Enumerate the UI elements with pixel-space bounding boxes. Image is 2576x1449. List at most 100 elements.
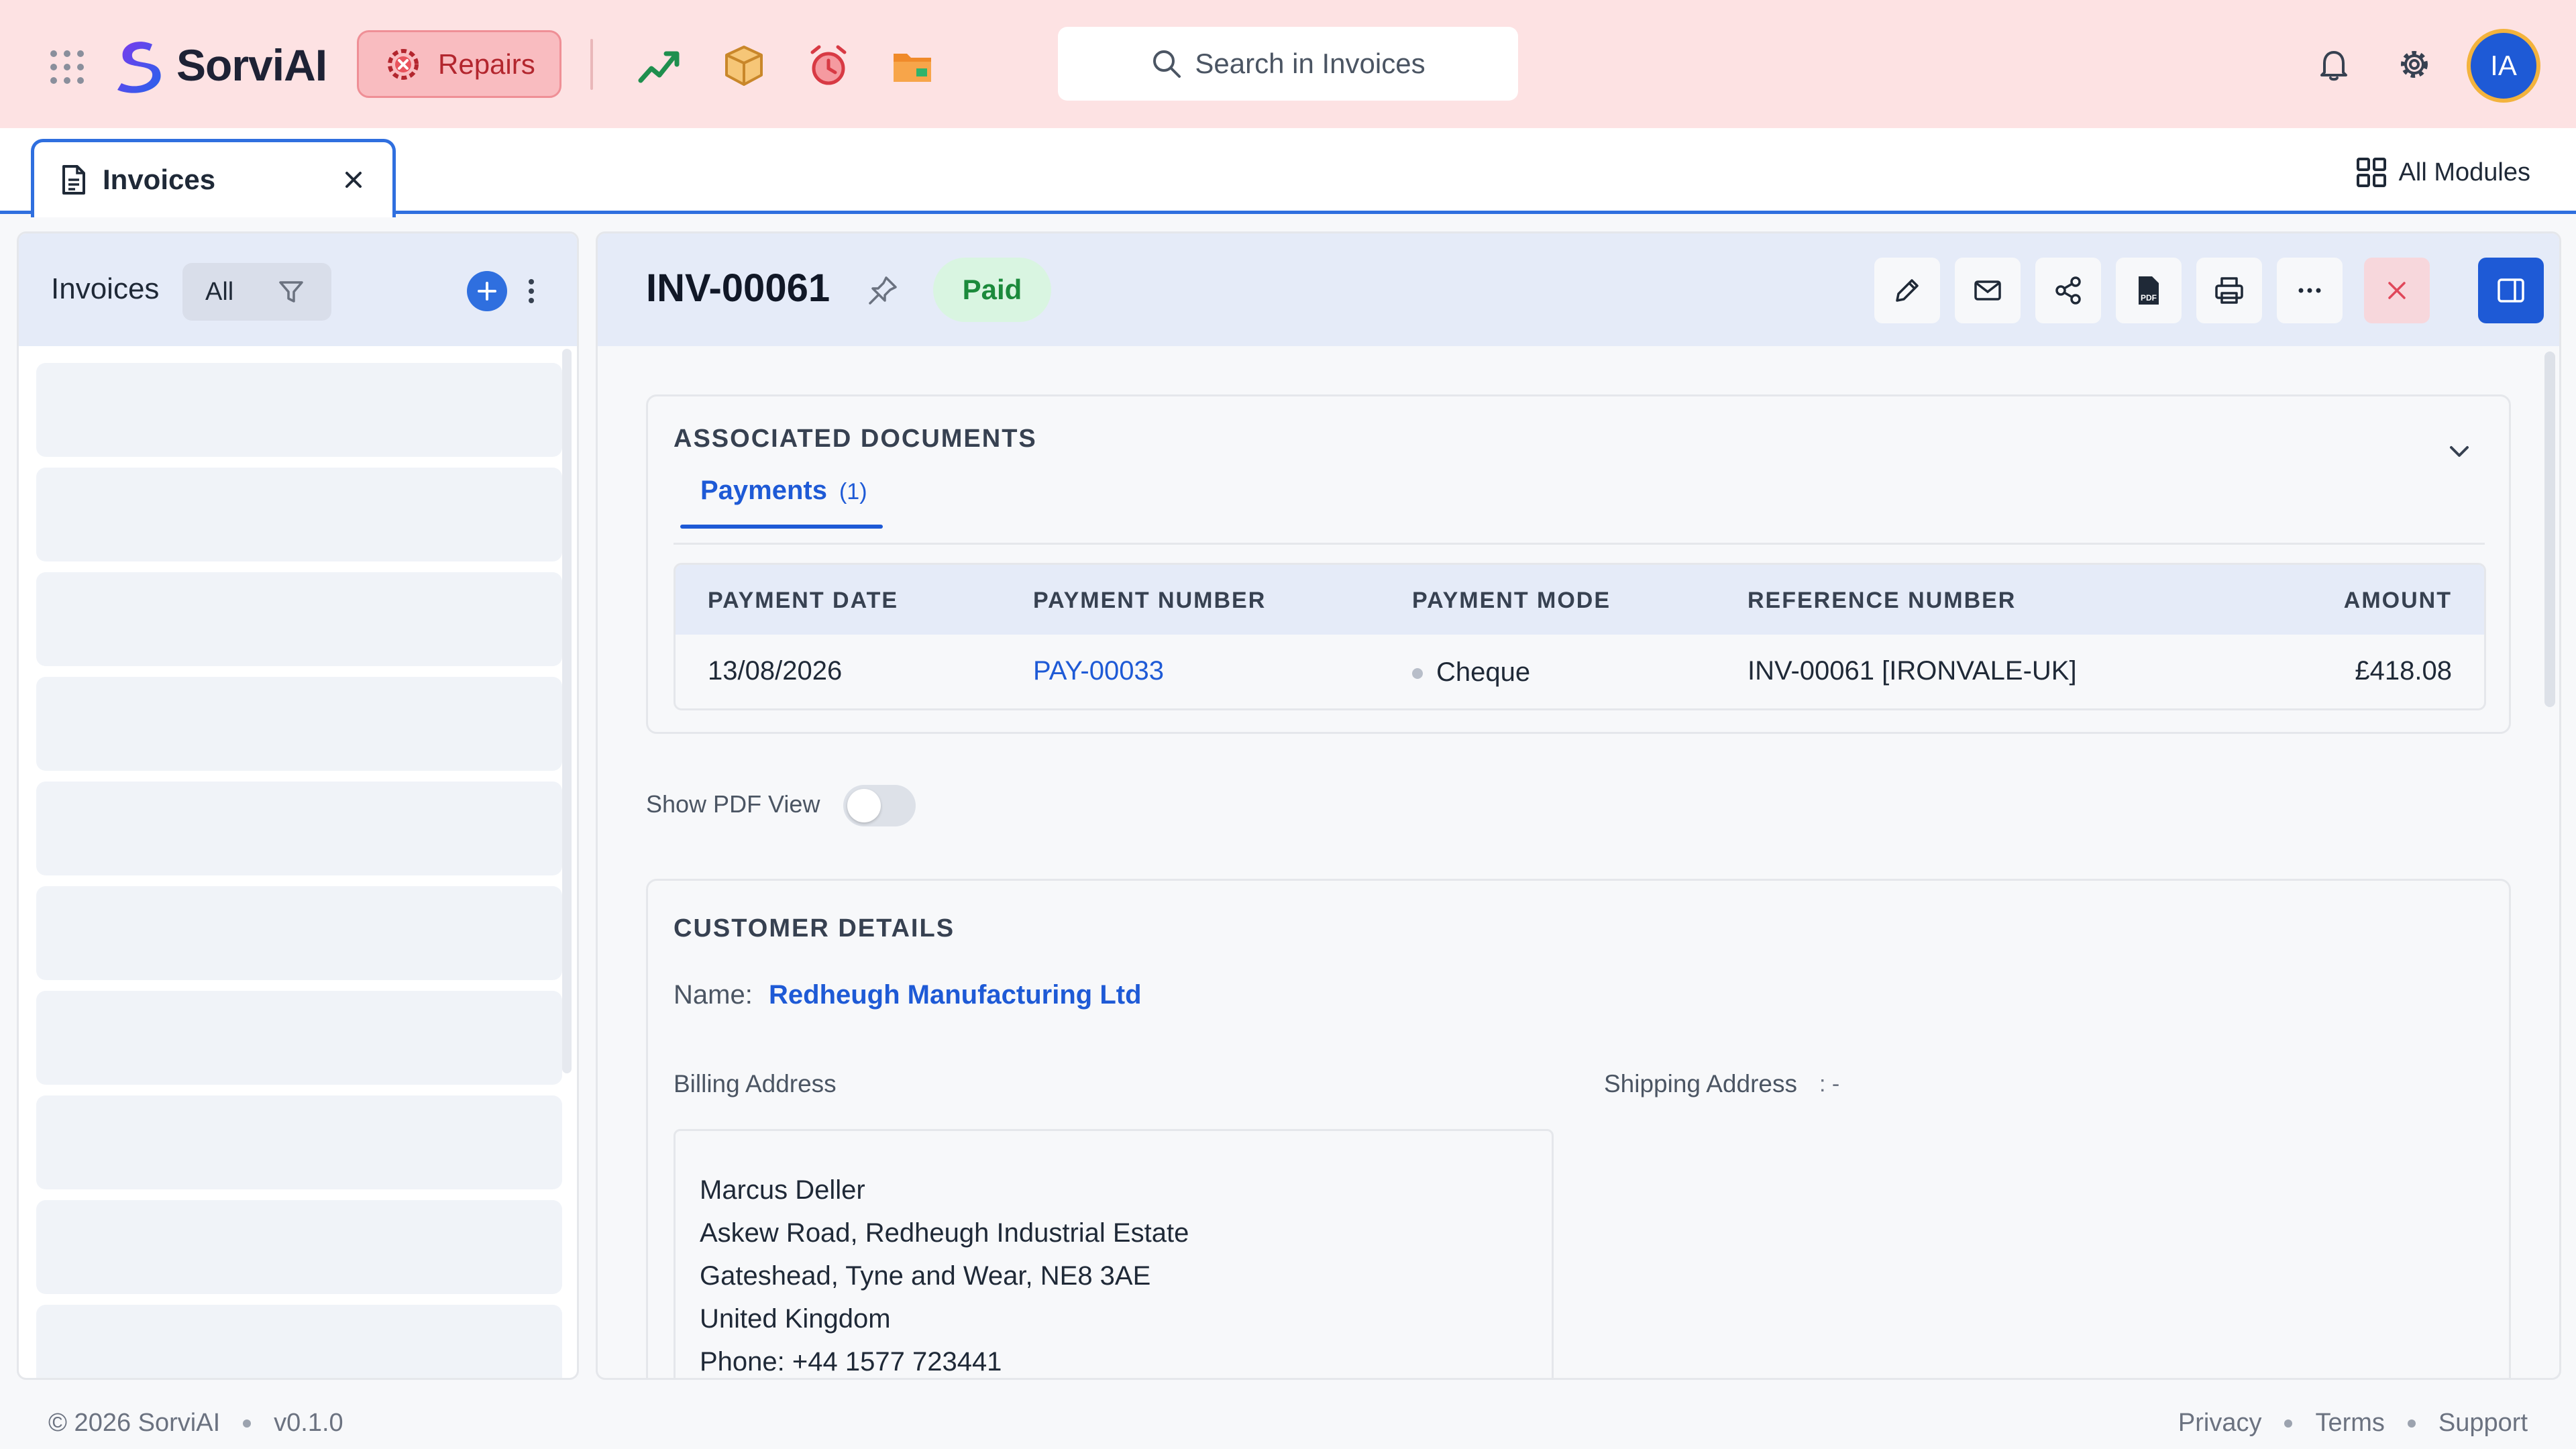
billing-address-label: Billing Address [674,1070,837,1097]
support-link[interactable]: Support [2438,1409,2528,1438]
trend-chart-icon[interactable] [637,43,682,89]
invoice-number: INV-00061 [646,266,830,310]
column-header: AMOUNT [2343,588,2452,613]
terms-link[interactable]: Terms [2315,1409,2384,1438]
payment-number-link[interactable]: PAY-00033 [1033,656,1164,686]
customer-details-card: CUSTOMER DETAILS Name: Redheugh Manufact… [646,879,2511,1378]
chevron-down-icon[interactable] [2445,437,2474,466]
address-line: Gateshead, Tyne and Wear, NE8 3AE [700,1261,1151,1291]
footer: © 2026 SorviAI v0.1.0 Privacy Terms Supp… [0,1395,2576,1449]
list-item-skeleton [36,572,562,666]
tab-invoices[interactable]: Invoices [31,139,396,217]
alarm-clock-icon[interactable] [806,43,851,89]
shipping-address-value: : - [1819,1071,1840,1097]
payments-table: PAYMENT DATE PAYMENT NUMBER PAYMENT MODE… [674,563,2486,710]
panel-toggle-icon [2496,275,2526,306]
invoice-detail-panel: INV-00061 Paid PDF ASSOCIATED DOCUMENTS … [596,231,2561,1380]
email-button[interactable] [1955,258,2021,323]
share-button[interactable] [2035,258,2101,323]
all-modules-label: All Modules [2398,158,2530,186]
customer-name-link[interactable]: Redheugh Manufacturing Ltd [769,980,1142,1010]
payment-mode-text: Cheque [1436,657,1531,687]
user-avatar[interactable]: IA [2467,29,2540,103]
address-line: Askew Road, Redheugh Industrial Estate [700,1218,1189,1248]
list-title: Invoices [51,272,160,305]
plus-icon [478,282,496,301]
filter-icon[interactable] [278,278,305,305]
customer-details-title: CUSTOMER DETAILS [674,914,955,943]
customer-name-label: Name: [674,980,753,1010]
more-horizontal-icon [2294,275,2325,306]
close-detail-button[interactable] [2364,258,2430,323]
pdf-button[interactable]: PDF [2116,258,2182,323]
list-more-icon[interactable] [523,274,539,309]
search-placeholder: Search in Invoices [1195,48,1426,79]
footer-info: © 2026 SorviAI v0.1.0 [48,1409,343,1438]
print-button[interactable] [2196,258,2262,323]
add-invoice-button[interactable] [467,271,507,311]
settings-gear-icon[interactable] [2397,47,2432,82]
tab-payments[interactable]: Payments (1) [700,476,867,506]
tab-divider [674,543,2485,545]
column-header: REFERENCE NUMBER [1748,588,2017,613]
associated-documents-card: ASSOCIATED DOCUMENTS Payments (1) PAYMEN… [646,394,2511,734]
pdf-icon: PDF [2133,275,2164,306]
version-text: v0.1.0 [274,1409,343,1437]
list-item-skeleton [36,991,562,1085]
amount-cell: £418.08 [2355,656,2452,686]
pdf-view-label: Show PDF View [646,790,820,818]
repairs-module-button[interactable]: Repairs [357,30,561,98]
filter-value: All [205,277,234,306]
app-logo[interactable]: SorviAI [111,35,327,95]
pin-icon[interactable] [866,274,900,307]
logo-mark-icon [111,36,168,94]
all-modules-button[interactable]: All Modules [2356,154,2530,191]
separator-dot [2407,1419,2416,1428]
shipping-address-label: Shipping Address [1604,1070,1797,1097]
bell-icon[interactable] [2316,47,2351,82]
repairs-label: Repairs [438,48,535,80]
print-icon [2214,275,2245,306]
edit-button[interactable] [1874,258,1940,323]
top-bar: SorviAI Repairs Search in Invoices IA [0,0,2576,128]
payments-tab-label: Payments [700,476,827,505]
billing-address-box: Marcus Deller Askew Road, Redheugh Indus… [674,1129,1554,1378]
separator-dot [243,1419,252,1428]
mail-icon [1972,275,2003,306]
list-item-skeleton [36,886,562,980]
status-badge: Paid [933,258,1051,322]
footer-links: Privacy Terms Support [2178,1409,2528,1438]
list-scrollbar[interactable] [562,349,572,1073]
close-tab-icon[interactable] [340,166,367,193]
active-tab-indicator [680,525,883,529]
privacy-link[interactable]: Privacy [2178,1409,2262,1438]
apps-grid-icon[interactable] [48,48,86,86]
modules-grid-icon [2356,157,2387,188]
box-icon[interactable] [721,43,767,89]
list-header: Invoices All [19,233,577,346]
detail-scrollbar[interactable] [2544,352,2555,707]
list-item-skeleton [36,1095,562,1189]
folder-icon[interactable] [890,43,935,89]
pdf-view-toggle[interactable] [843,785,916,826]
tab-bar: Invoices All Modules [0,128,2576,217]
payment-mode-cell: Cheque [1412,657,1530,688]
list-item-skeleton [36,363,562,457]
divider [590,39,593,90]
toggle-panel-button[interactable] [2478,258,2544,323]
table-header: PAYMENT DATE PAYMENT NUMBER PAYMENT MODE… [676,565,2484,635]
document-icon [57,164,89,196]
copyright-text: © 2026 SorviAI [48,1409,221,1437]
address-line: Marcus Deller [700,1175,865,1205]
repairs-gear-icon [382,43,425,86]
tab-label: Invoices [103,164,216,195]
detail-header: INV-00061 Paid PDF [598,233,2559,346]
invoice-list-panel: Invoices All [17,231,579,1380]
search-input[interactable]: Search in Invoices [1058,27,1518,101]
reference-number-cell: INV-00061 [IRONVALE-UK] [1748,656,2077,686]
list-item-skeleton [36,468,562,561]
more-actions-button[interactable] [2277,258,2343,323]
list-filter-dropdown[interactable]: All [182,263,331,321]
toggle-knob [847,789,881,822]
column-header: PAYMENT MODE [1412,588,1611,613]
